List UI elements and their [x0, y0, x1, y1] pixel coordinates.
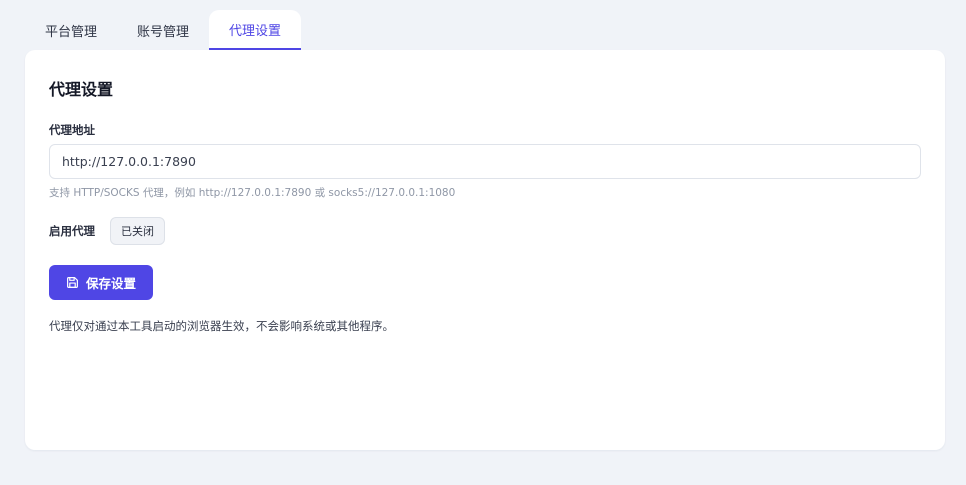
tab-account-management[interactable]: 账号管理	[117, 10, 209, 50]
floppy-disk-icon	[66, 276, 79, 289]
enable-proxy-toggle[interactable]: 已关闭	[110, 217, 165, 245]
tab-platform-management[interactable]: 平台管理	[25, 10, 117, 50]
tab-bar: 平台管理 账号管理 代理设置	[25, 10, 302, 50]
proxy-address-label: 代理地址	[49, 123, 95, 137]
proxy-address-hint: 支持 HTTP/SOCKS 代理，例如 http://127.0.0.1:789…	[49, 187, 456, 199]
tab-proxy-settings[interactable]: 代理设置	[209, 10, 302, 50]
proxy-scope-note: 代理仅对通过本工具启动的浏览器生效，不会影响系统或其他程序。	[49, 319, 394, 333]
proxy-settings-panel: 代理设置 代理地址 支持 HTTP/SOCKS 代理，例如 http://127…	[25, 50, 945, 450]
enable-proxy-label: 启用代理	[49, 224, 95, 238]
proxy-address-input[interactable]	[49, 144, 921, 179]
panel-title: 代理设置	[49, 80, 114, 99]
save-settings-button[interactable]: 保存设置	[49, 265, 153, 300]
save-settings-label: 保存设置	[85, 276, 136, 291]
